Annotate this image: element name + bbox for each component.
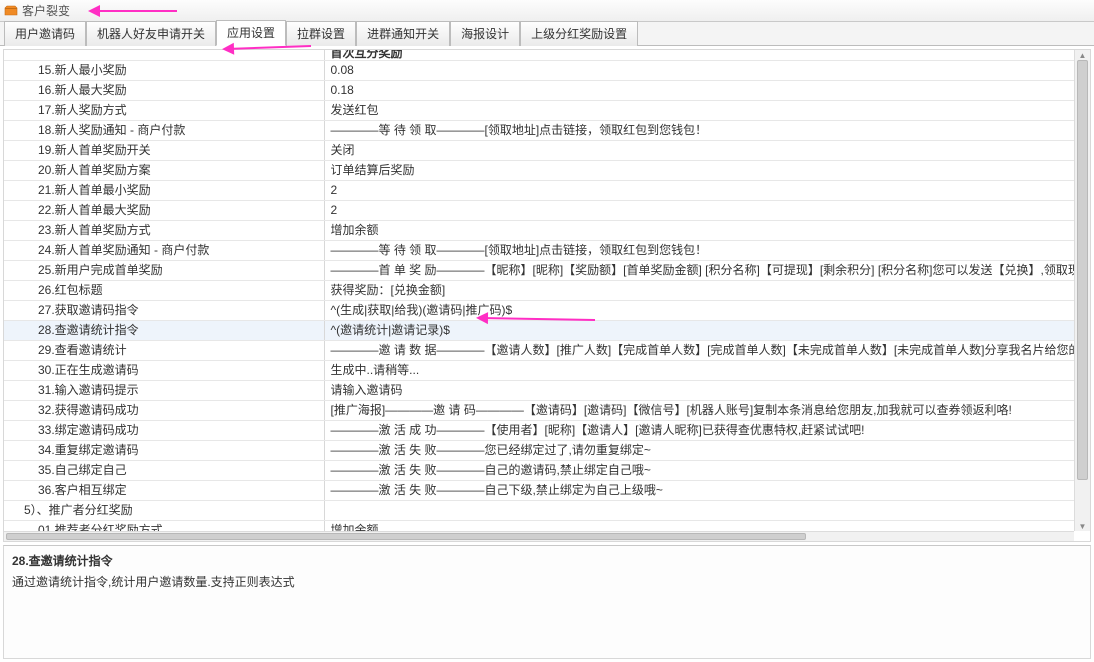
grid-row[interactable]: 23.新人首单奖励方式增加余额	[4, 220, 1074, 240]
row-key: 28.查邀请统计指令	[4, 320, 324, 340]
main-area: 首次互分奖励15.新人最小奖励0.0816.新人最大奖励0.1817.新人奖励方…	[0, 46, 1094, 662]
grid-row[interactable]: 26.红包标题获得奖励：[兑换金额]	[4, 280, 1074, 300]
row-key: 27.获取邀请码指令	[4, 300, 324, 320]
vertical-scrollbar[interactable]: ▲ ▼	[1074, 50, 1090, 531]
row-value[interactable]: 关闭	[324, 140, 1074, 160]
row-key: 30.正在生成邀请码	[4, 360, 324, 380]
grid-row[interactable]: 30.正在生成邀请码生成中..请稍等...	[4, 360, 1074, 380]
row-key: 5）、推广者分红奖励	[4, 500, 324, 520]
grid-row[interactable]: 25.新用户完成首单奖励————首 单 奖 励————【昵称】[昵称]【奖励额】…	[4, 260, 1074, 280]
tab-3[interactable]: 拉群设置	[286, 21, 356, 46]
grid-row[interactable]: 31.输入邀请码提示请输入邀请码	[4, 380, 1074, 400]
grid-row[interactable]: 16.新人最大奖励0.18	[4, 80, 1074, 100]
row-value[interactable]: ————邀 请 数 据————【邀请人数】[推广人数]【完成首单人数】[完成首单…	[324, 340, 1074, 360]
property-grid: 首次互分奖励15.新人最小奖励0.0816.新人最大奖励0.1817.新人奖励方…	[3, 49, 1091, 542]
grid-row[interactable]: 36.客户相互绑定————激 活 失 败————自己下级,禁止绑定为自己上级哦~	[4, 480, 1074, 500]
row-value[interactable]: 2	[324, 200, 1074, 220]
grid-row[interactable]: 34.重复绑定邀请码————激 活 失 败————您已经绑定过了,请勿重复绑定~	[4, 440, 1074, 460]
row-key: 20.新人首单奖励方案	[4, 160, 324, 180]
grid-row[interactable]: 28.查邀请统计指令^(邀请统计|邀请记录)$	[4, 320, 1074, 340]
grid-row[interactable]: 首次互分奖励	[4, 50, 1074, 60]
row-value[interactable]: 获得奖励：[兑换金额]	[324, 280, 1074, 300]
grid-scroll: 首次互分奖励15.新人最小奖励0.0816.新人最大奖励0.1817.新人奖励方…	[4, 50, 1074, 531]
grid-row[interactable]: 5）、推广者分红奖励	[4, 500, 1074, 520]
tab-2[interactable]: 应用设置	[216, 20, 286, 46]
window-title: 客户裂变	[22, 2, 70, 19]
row-value[interactable]: 首次互分奖励	[324, 50, 1074, 60]
help-body: 通过邀请统计指令,统计用户邀请数量.支持正则表达式	[12, 573, 1082, 590]
grid-row[interactable]: 01.推荐者分红奖励方式增加余额	[4, 520, 1074, 531]
row-value[interactable]: ————激 活 成 功————【使用者】[昵称]【邀请人】[邀请人昵称]已获得查…	[324, 420, 1074, 440]
grid-row[interactable]: 24.新人首单奖励通知 - 商户付款————等 待 领 取————[领取地址]点…	[4, 240, 1074, 260]
grid-row[interactable]: 32.获得邀请码成功[推广海报]————邀 请 码————【邀请码】[邀请码]【…	[4, 400, 1074, 420]
row-key: 18.新人奖励通知 - 商户付款	[4, 120, 324, 140]
row-key: 36.客户相互绑定	[4, 480, 324, 500]
row-key: 17.新人奖励方式	[4, 100, 324, 120]
grid-row[interactable]: 29.查看邀请统计————邀 请 数 据————【邀请人数】[推广人数]【完成首…	[4, 340, 1074, 360]
tab-6[interactable]: 上级分红奖励设置	[520, 21, 638, 46]
app-icon	[4, 5, 18, 16]
grid-row[interactable]: 19.新人首单奖励开关关闭	[4, 140, 1074, 160]
tab-4[interactable]: 进群通知开关	[356, 21, 450, 46]
row-value[interactable]: ————激 活 失 败————自己的邀请码,禁止绑定自己哦~	[324, 460, 1074, 480]
vertical-scroll-thumb[interactable]	[1077, 60, 1088, 480]
row-key: 22.新人首单最大奖励	[4, 200, 324, 220]
horizontal-scrollbar[interactable]	[4, 531, 1074, 541]
row-value[interactable]: 增加余额	[324, 220, 1074, 240]
row-value[interactable]: ————激 活 失 败————自己下级,禁止绑定为自己上级哦~	[324, 480, 1074, 500]
row-value[interactable]: 0.08	[324, 60, 1074, 80]
help-panel: 28.查邀请统计指令 通过邀请统计指令,统计用户邀请数量.支持正则表达式	[3, 545, 1091, 659]
title-bar: 客户裂变	[0, 0, 1094, 22]
grid-row[interactable]: 21.新人首单最小奖励2	[4, 180, 1074, 200]
row-value[interactable]: ————等 待 领 取————[领取地址]点击链接，领取红包到您钱包！	[324, 240, 1074, 260]
row-value[interactable]: ^(邀请统计|邀请记录)$	[324, 320, 1074, 340]
tab-bar: 用户邀请码机器人好友申请开关应用设置拉群设置进群通知开关海报设计上级分红奖励设置	[0, 22, 1094, 46]
row-value[interactable]	[324, 500, 1074, 520]
horizontal-scroll-thumb[interactable]	[6, 533, 806, 540]
grid-row[interactable]: 18.新人奖励通知 - 商户付款————等 待 领 取————[领取地址]点击链…	[4, 120, 1074, 140]
row-key: 29.查看邀请统计	[4, 340, 324, 360]
scroll-down-icon[interactable]: ▼	[1075, 521, 1090, 531]
row-value[interactable]: 增加余额	[324, 520, 1074, 531]
grid-row[interactable]: 15.新人最小奖励0.08	[4, 60, 1074, 80]
scroll-up-icon[interactable]: ▲	[1075, 50, 1090, 60]
row-value[interactable]: ————激 活 失 败————您已经绑定过了,请勿重复绑定~	[324, 440, 1074, 460]
tab-1[interactable]: 机器人好友申请开关	[86, 21, 216, 46]
row-key: 31.输入邀请码提示	[4, 380, 324, 400]
row-key: 34.重复绑定邀请码	[4, 440, 324, 460]
row-value[interactable]: [推广海报]————邀 请 码————【邀请码】[邀请码]【微信号】[机器人账号…	[324, 400, 1074, 420]
help-title: 28.查邀请统计指令	[12, 552, 1082, 569]
row-key: 32.获得邀请码成功	[4, 400, 324, 420]
row-key: 15.新人最小奖励	[4, 60, 324, 80]
row-value[interactable]: 2	[324, 180, 1074, 200]
row-key: 35.自己绑定自己	[4, 460, 324, 480]
row-key: 16.新人最大奖励	[4, 80, 324, 100]
tab-5[interactable]: 海报设计	[450, 21, 520, 46]
grid-row[interactable]: 27.获取邀请码指令^(生成|获取|给我)(邀请码|推广码)$	[4, 300, 1074, 320]
row-key: 01.推荐者分红奖励方式	[4, 520, 324, 531]
row-key: 25.新用户完成首单奖励	[4, 260, 324, 280]
grid-row[interactable]: 22.新人首单最大奖励2	[4, 200, 1074, 220]
grid-table: 首次互分奖励15.新人最小奖励0.0816.新人最大奖励0.1817.新人奖励方…	[4, 50, 1074, 531]
row-key: 21.新人首单最小奖励	[4, 180, 324, 200]
row-value[interactable]: 请输入邀请码	[324, 380, 1074, 400]
row-value[interactable]: 0.18	[324, 80, 1074, 100]
row-key: 24.新人首单奖励通知 - 商户付款	[4, 240, 324, 260]
row-value[interactable]: 生成中..请稍等...	[324, 360, 1074, 380]
row-value[interactable]: ————等 待 领 取————[领取地址]点击链接，领取红包到您钱包！	[324, 120, 1074, 140]
grid-row[interactable]: 17.新人奖励方式发送红包	[4, 100, 1074, 120]
grid-row[interactable]: 35.自己绑定自己————激 活 失 败————自己的邀请码,禁止绑定自己哦~	[4, 460, 1074, 480]
tab-0[interactable]: 用户邀请码	[4, 21, 86, 46]
grid-row[interactable]: 33.绑定邀请码成功————激 活 成 功————【使用者】[昵称]【邀请人】[…	[4, 420, 1074, 440]
row-key	[4, 50, 324, 60]
row-value[interactable]: 发送红包	[324, 100, 1074, 120]
grid-row[interactable]: 20.新人首单奖励方案订单结算后奖励	[4, 160, 1074, 180]
row-key: 23.新人首单奖励方式	[4, 220, 324, 240]
row-value[interactable]: 订单结算后奖励	[324, 160, 1074, 180]
row-key: 26.红包标题	[4, 280, 324, 300]
row-value[interactable]: ^(生成|获取|给我)(邀请码|推广码)$	[324, 300, 1074, 320]
row-key: 33.绑定邀请码成功	[4, 420, 324, 440]
row-key: 19.新人首单奖励开关	[4, 140, 324, 160]
row-value[interactable]: ————首 单 奖 励————【昵称】[昵称]【奖励额】[首单奖励金额] [积分…	[324, 260, 1074, 280]
